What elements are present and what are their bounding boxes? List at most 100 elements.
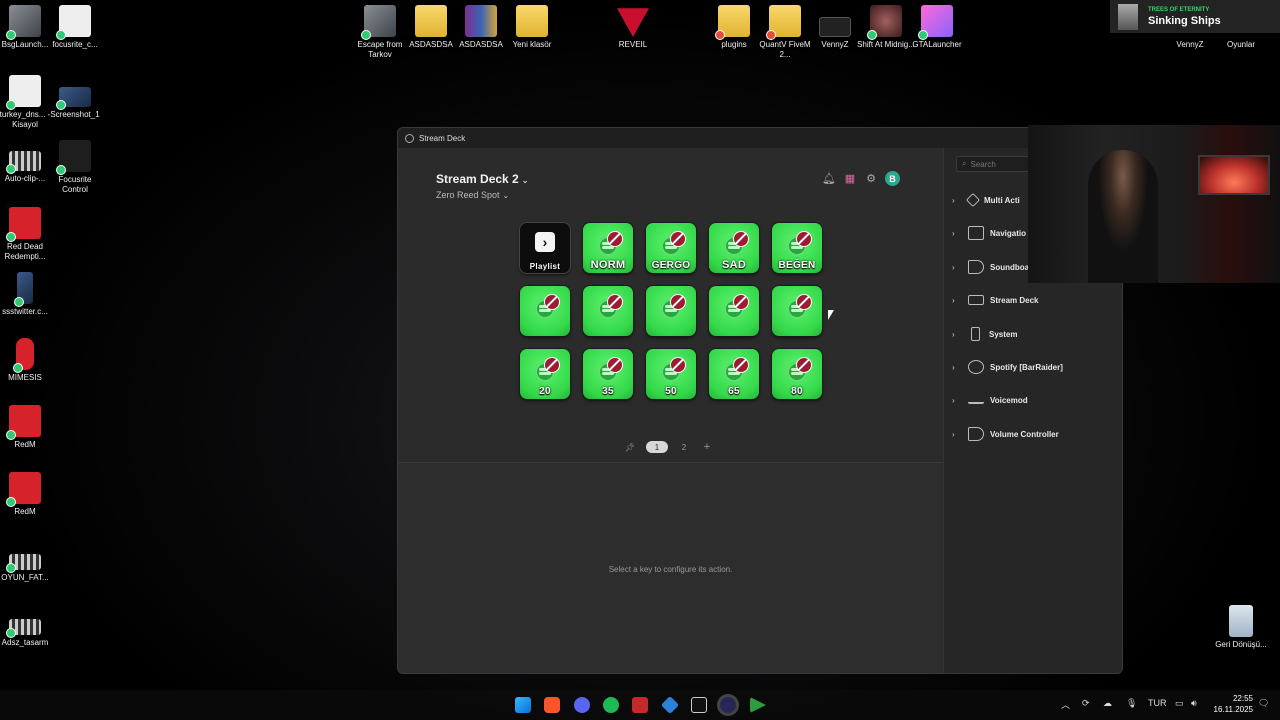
add-page-button[interactable]: +: [700, 441, 714, 453]
microphone-icon[interactable]: 🎙︎: [1126, 698, 1137, 709]
desktop-icon-label: GTALauncher: [912, 40, 962, 49]
key-spotify-6[interactable]: [520, 286, 570, 336]
desktop-icon-label: focusrite_c...: [52, 40, 98, 49]
chevron-right-icon: ›: [952, 295, 955, 305]
avatar[interactable]: B: [885, 171, 900, 186]
desktop-icon-red-dead[interactable]: Red Dead Redempti...: [0, 207, 55, 262]
desktop-icon-label: VennyZ: [1176, 40, 1204, 49]
desktop-icon-label: Focusrite Control: [58, 175, 92, 194]
chevron-right-icon: ›: [952, 329, 955, 339]
brave-browser-icon[interactable]: [544, 697, 560, 713]
marketplace-icon[interactable]: ▦: [843, 172, 857, 186]
cloud-icon[interactable]: ☁: [1103, 698, 1112, 709]
stream-deck-window: Stream Deck Stream Deck 2 ⌄ Zero Reed Spo…: [397, 127, 1123, 674]
blocked-icon: [733, 357, 749, 373]
category-volume-controller[interactable]: › Volume Controller: [952, 424, 1059, 444]
redm-icon: [6, 405, 41, 440]
game-launcher-icon[interactable]: [632, 697, 648, 713]
desktop-icon-oyun-fat[interactable]: OYUN_FAT...: [0, 550, 55, 583]
spotify-icon[interactable]: [603, 697, 619, 713]
epic-games-icon[interactable]: [691, 697, 707, 713]
key-gergo[interactable]: GERGO: [646, 223, 696, 273]
category-soundboard[interactable]: › Soundboa: [952, 257, 1029, 277]
volume-icon: [968, 427, 984, 441]
now-playing-title: Sinking Ships: [1148, 14, 1221, 27]
window-titlebar[interactable]: Stream Deck: [398, 128, 1122, 148]
language-indicator[interactable]: TUR: [1148, 698, 1167, 708]
desktop-icon-adsz-tasarm[interactable]: Adsz_tasarm: [0, 615, 55, 648]
profile-selector[interactable]: Zero Reed Spot ⌄: [436, 190, 509, 200]
key-begen[interactable]: BEĞEN: [772, 223, 822, 273]
desktop-icon-recycle-bin[interactable]: Geri Dönüşü...: [1211, 605, 1271, 650]
discord-icon[interactable]: [574, 697, 590, 713]
page-1-button[interactable]: 1: [646, 441, 668, 453]
key-volume-80[interactable]: 80: [772, 349, 822, 399]
category-spotify-barraider[interactable]: › Spotify [BarRaider]: [952, 357, 1063, 377]
search-icon: ⌕: [962, 159, 967, 168]
video-icon: [6, 619, 41, 638]
video-file-icon: [14, 272, 33, 307]
desktop-icon-label: Adsz_tasarm: [1, 638, 49, 647]
chevron-right-icon: ›: [952, 195, 955, 205]
bell-icon[interactable]: 🔔︎: [822, 172, 836, 186]
key-volume-35[interactable]: 35: [583, 349, 633, 399]
desktop-icon-ssstwitter[interactable]: ssstwitter.c...: [0, 272, 55, 317]
category-navigation[interactable]: › Navigatio: [952, 223, 1026, 243]
desktop-icon-redm-1[interactable]: RedM: [0, 405, 55, 450]
key-norm[interactable]: NORM: [583, 223, 633, 273]
key-spotify-8[interactable]: [646, 286, 696, 336]
category-system[interactable]: › System: [952, 324, 1017, 344]
game-icon: [617, 8, 649, 37]
blocked-icon: [733, 231, 749, 247]
chevron-up-icon[interactable]: ︿: [1061, 698, 1070, 711]
profile-name: Zero Reed Spot: [436, 190, 500, 200]
category-multi-action[interactable]: › Multi Acti: [952, 190, 1020, 210]
webcam-overlay: [1028, 125, 1280, 283]
desktop-icon-redm-2[interactable]: RedM: [0, 472, 55, 517]
desktop-icon-label: OYUN_FAT...: [1, 573, 49, 582]
key-sad[interactable]: SAD: [709, 223, 759, 273]
search-placeholder: Search: [970, 159, 996, 169]
page-2-button[interactable]: 2: [677, 441, 691, 453]
stream-deck-icon[interactable]: [720, 697, 736, 713]
blocked-icon: [607, 231, 623, 247]
video-icon: [6, 554, 41, 573]
chevron-right-icon: ›: [952, 395, 955, 405]
desktop-icon-gtalauncher[interactable]: GTALauncher: [907, 5, 967, 50]
volume-icon[interactable]: 🔊︎: [1191, 698, 1197, 709]
desktop-icon-label: RedM: [14, 440, 36, 449]
app-icon[interactable]: [660, 695, 680, 715]
network-icon[interactable]: ▭: [1175, 698, 1184, 709]
category-label: Stream Deck: [990, 295, 1039, 305]
folder-icon: [766, 5, 801, 40]
desktop-icon-yeni-klasor[interactable]: Yeni klasör: [502, 5, 562, 50]
gear-icon[interactable]: ⚙: [864, 172, 878, 186]
category-voicemod[interactable]: › Voicemod: [952, 390, 1028, 410]
chevron-down-icon: ⌄: [521, 176, 529, 185]
key-config-panel: Select a key to configure its action.: [398, 462, 943, 673]
key-volume-50[interactable]: 50: [646, 349, 696, 399]
key-volume-65[interactable]: 65: [709, 349, 759, 399]
category-stream-deck[interactable]: › Stream Deck: [952, 290, 1038, 310]
redm-icon: [6, 472, 41, 507]
key-playlist[interactable]: › Playlist: [520, 223, 570, 273]
desktop-icon-reveil[interactable]: REVEIL: [603, 5, 663, 50]
desktop-icon-focusrite-control[interactable]: Focusrite Control: [45, 140, 105, 195]
key-spotify-9[interactable]: [709, 286, 759, 336]
key-spotify-7[interactable]: [583, 286, 633, 336]
windows-start-icon[interactable]: [515, 697, 531, 713]
desktop-icon-mimesis[interactable]: MIMESIS: [0, 338, 55, 383]
device-selector[interactable]: Stream Deck 2 ⌄: [436, 172, 528, 186]
sync-icon[interactable]: ⟳: [1082, 698, 1090, 709]
key-volume-20[interactable]: 20: [520, 349, 570, 399]
desktop-icon-screenshot[interactable]: Screenshot_1: [45, 75, 105, 120]
clock[interactable]: 22:55 16.11.2025: [1211, 693, 1253, 715]
desktop-icon-focusrite-installer[interactable]: focusrite_c...: [45, 5, 105, 50]
pin-icon[interactable]: 📌︎: [623, 441, 637, 453]
notification-icon[interactable]: 🗨︎: [1258, 698, 1269, 709]
desktop-icon-label: MIMESIS: [8, 373, 42, 382]
key-label: 65: [728, 386, 740, 397]
desktop-icon-label: QuantV FiveM 2...: [759, 40, 811, 59]
media-player-icon[interactable]: [750, 697, 766, 713]
key-spotify-10[interactable]: [772, 286, 822, 336]
